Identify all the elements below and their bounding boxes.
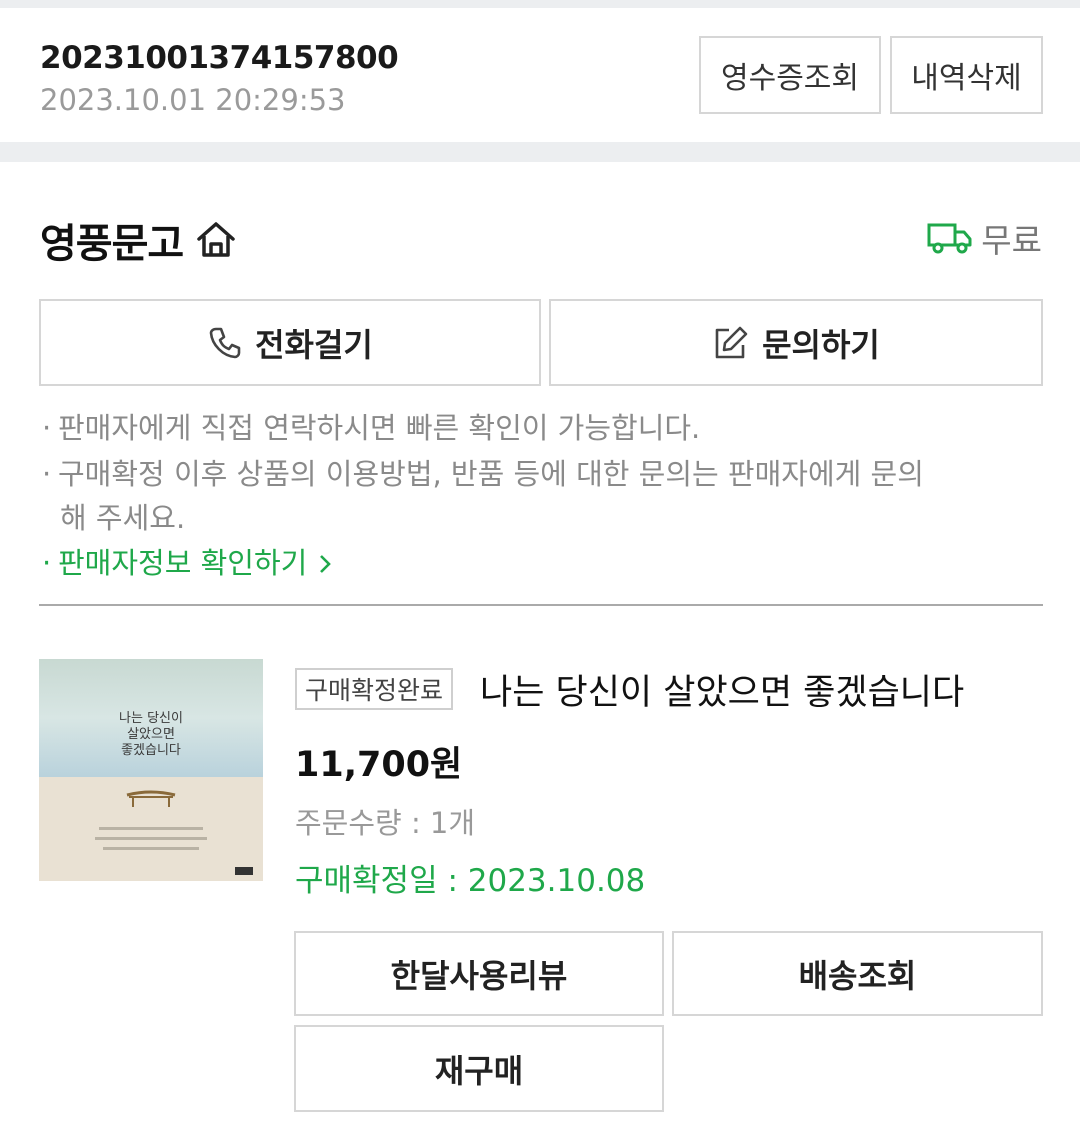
- order-datetime: 2023.10.01 20:29:53: [40, 83, 346, 117]
- cover-title-line: 좋겠습니다: [121, 743, 181, 758]
- cover-text-line: [99, 827, 203, 830]
- call-label: 전화걸기: [255, 326, 373, 363]
- rebuy-button[interactable]: 재구매: [294, 1025, 664, 1112]
- call-seller-button[interactable]: 전화걸기: [39, 299, 541, 386]
- delete-history-button[interactable]: 내역삭제: [890, 36, 1043, 114]
- product-thumbnail[interactable]: 나는 당신이 살았으면 좋겠습니다: [39, 659, 263, 881]
- section-divider: [39, 604, 1043, 606]
- seller-header: 영풍문고: [40, 208, 239, 272]
- publisher-logo: [235, 867, 253, 875]
- product-title[interactable]: 나는 당신이 살았으면 좋겠습니다: [480, 664, 964, 715]
- order-number: 20231001374157800: [40, 40, 399, 76]
- inquire-label: 문의하기: [762, 326, 880, 363]
- notice-line-continued: 해 주세요.: [60, 501, 186, 535]
- seller-name[interactable]: 영풍문고: [40, 211, 184, 269]
- monthly-review-button[interactable]: 한달사용리뷰: [294, 931, 664, 1016]
- product-price: 11,700원: [295, 745, 463, 785]
- home-icon[interactable]: [193, 217, 239, 263]
- cover-text-line: [95, 837, 207, 840]
- notice-line: · 구매확정 이후 상품의 이용방법, 반품 등에 대한 문의는 판매자에게 문의: [42, 457, 924, 491]
- track-delivery-button[interactable]: 배송조회: [672, 931, 1043, 1016]
- receipt-button[interactable]: 영수증조회: [699, 36, 881, 114]
- edit-icon: [715, 326, 748, 358]
- section-gray-band: [0, 142, 1080, 162]
- phone-icon: [209, 327, 241, 358]
- inquire-seller-button[interactable]: 문의하기: [549, 299, 1043, 386]
- top-gray-band: [0, 0, 1080, 8]
- cover-text-line: [103, 847, 199, 850]
- bench-illustration: [126, 790, 176, 807]
- notice-text: 판매자에게 직접 연락하시면 빠른 확인이 가능합니다.: [58, 411, 701, 445]
- shipping-fee-label: 무료: [981, 221, 1042, 260]
- chevron-right-icon: [307, 546, 332, 580]
- purchase-confirm-date: 구매확정일 : 2023.10.08: [295, 863, 646, 899]
- status-badge: 구매확정완료: [295, 668, 454, 710]
- truck-icon: [927, 221, 973, 255]
- notice-line: · 판매자에게 직접 연락하시면 빠른 확인이 가능합니다.: [42, 411, 701, 445]
- shipping-fee: 무료: [927, 214, 1042, 262]
- seller-info-label: 판매자정보 확인하기: [58, 546, 308, 580]
- notice-text: 구매확정 이후 상품의 이용방법, 반품 등에 대한 문의는 판매자에게 문의: [58, 457, 924, 491]
- order-quantity: 주문수량 : 1개: [295, 806, 476, 840]
- seller-info-link[interactable]: · 판매자정보 확인하기: [42, 541, 1032, 585]
